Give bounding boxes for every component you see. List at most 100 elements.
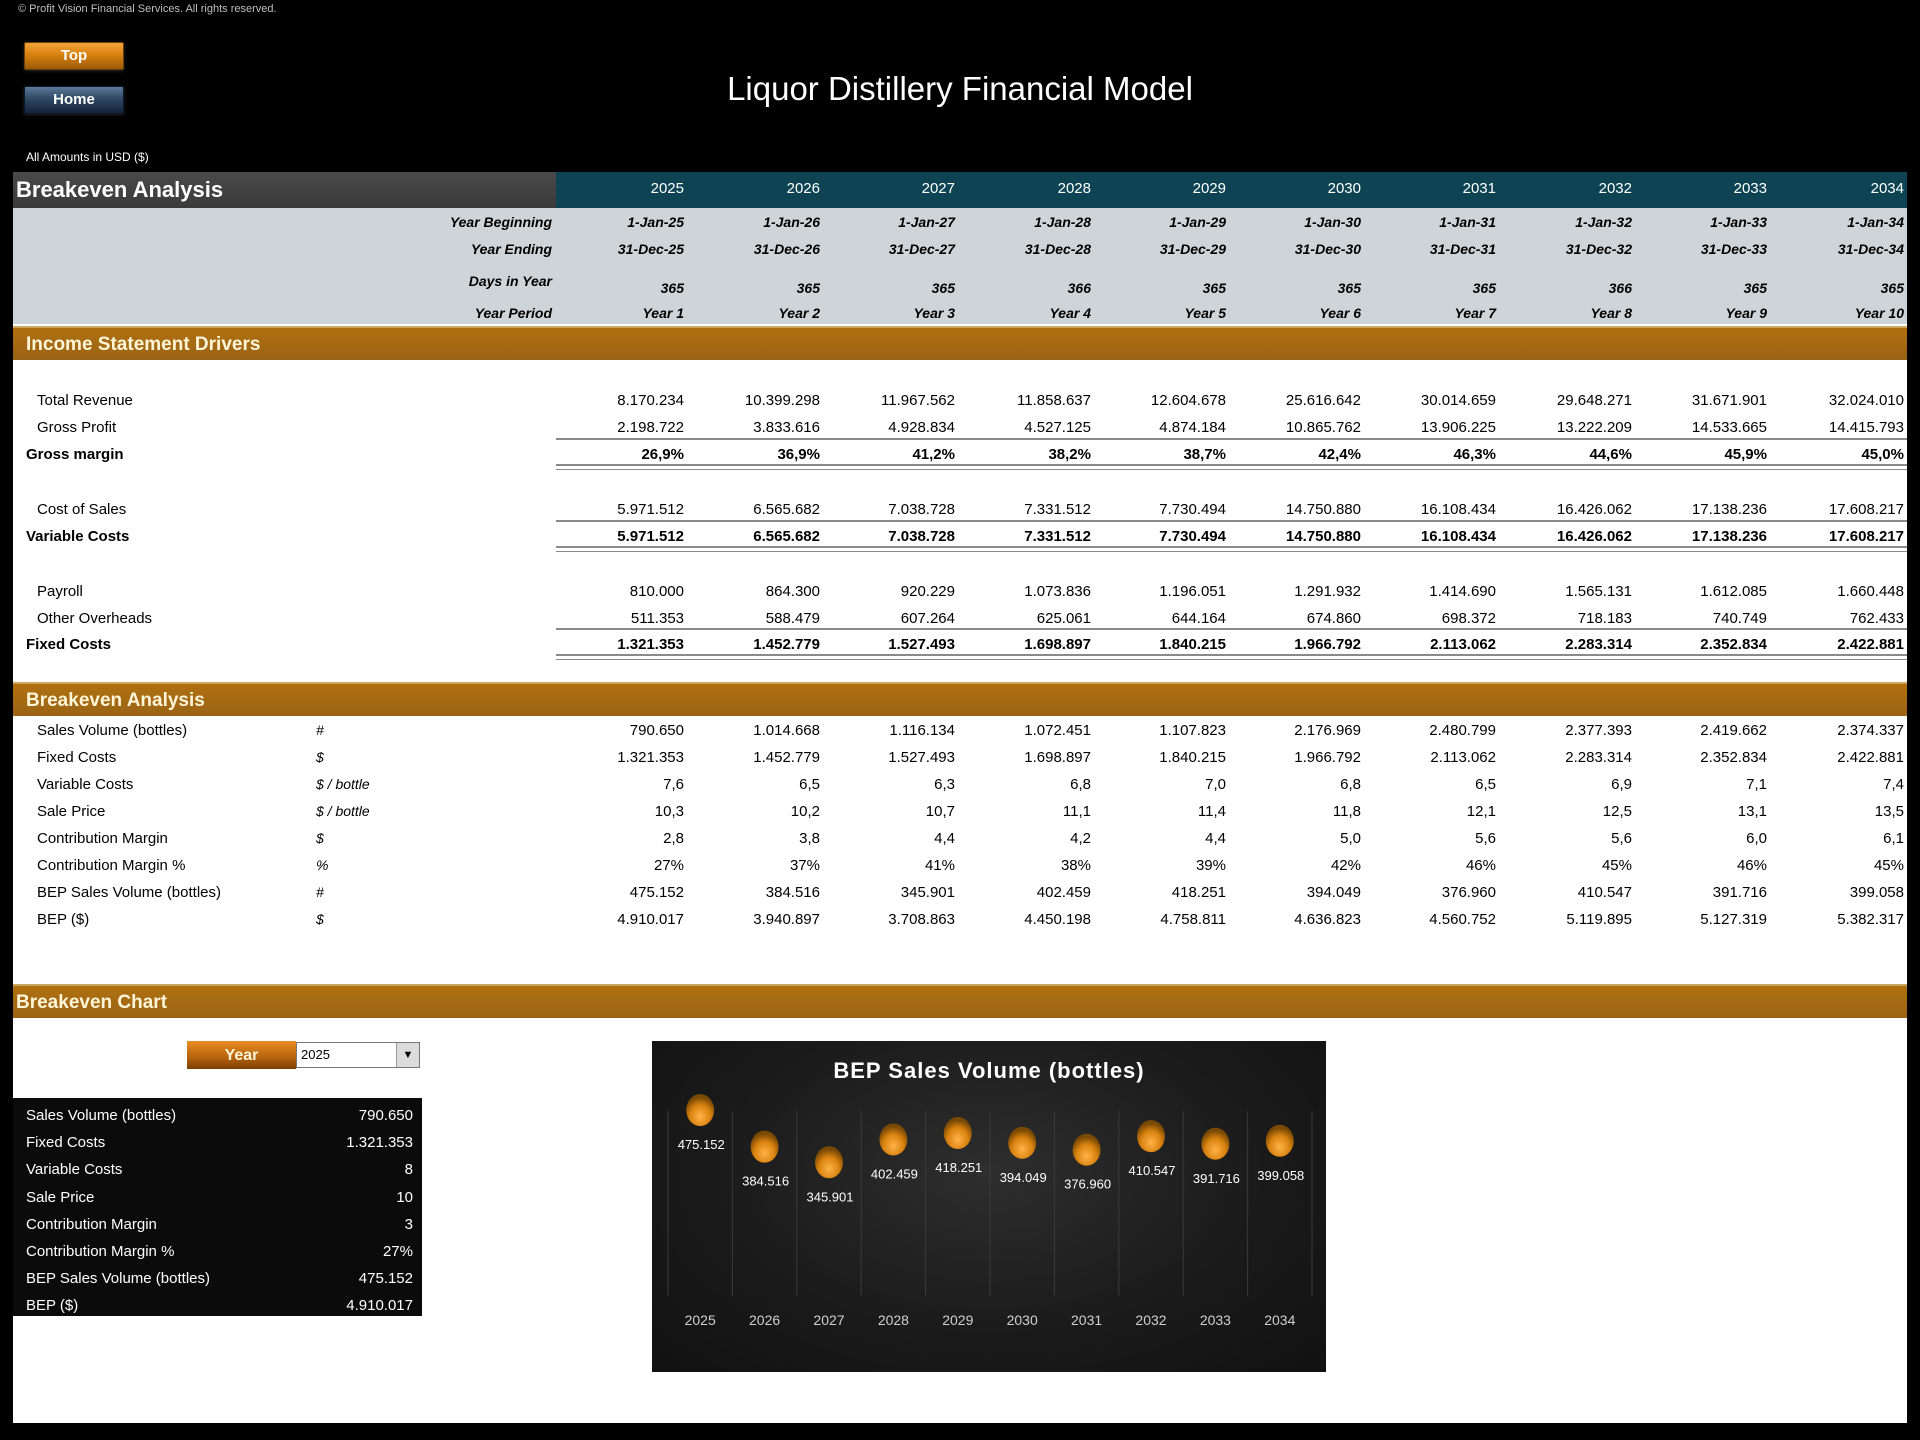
currency-note: All Amounts in USD ($) — [26, 150, 149, 164]
cell-value: 2.113.062 — [1430, 636, 1496, 653]
cell-value: 511.353 — [630, 610, 684, 627]
cell-value: 38% — [1060, 857, 1091, 874]
cell-value: 7,4 — [1883, 776, 1904, 793]
row-unit: # — [316, 722, 324, 738]
cell-value: 607.264 — [900, 610, 955, 627]
summary-value: 475.152 — [358, 1270, 413, 1288]
cell-value: 5,6 — [1611, 830, 1632, 847]
cell-value: 13,5 — [1874, 803, 1904, 820]
row-label: BEP ($) — [37, 911, 90, 928]
period-row-label: Year Period — [474, 305, 552, 321]
cell-value: 7.730.494 — [1159, 528, 1226, 545]
cell-value: 475.152 — [629, 884, 684, 901]
cell-value: 32.024.010 — [1828, 392, 1904, 409]
year-select[interactable]: 2025 ▼ — [296, 1042, 420, 1068]
section-income-statement-drivers: Income Statement Drivers — [13, 326, 1907, 360]
cell-value: 17.608.217 — [1828, 528, 1904, 545]
year-column-header: 2026 — [786, 180, 820, 197]
cell-value: 1.966.792 — [1294, 749, 1361, 766]
table-row: BEP ($) $4.910.017 3.940.897 3.708.863 4.450… — [13, 907, 1907, 933]
cell-value: 1.414.690 — [1429, 583, 1496, 600]
cell-value: 4.910.017 — [617, 911, 684, 928]
cell-value: 13,1 — [1737, 803, 1767, 820]
cell-value: 7,1 — [1746, 776, 1767, 793]
cell-value: 6,0 — [1746, 830, 1767, 847]
x-tick-label: 2031 — [1071, 1312, 1102, 1328]
x-tick-label: 2034 — [1264, 1312, 1295, 1328]
cell-value: 13.906.225 — [1420, 419, 1496, 436]
year-column-header: 2032 — [1598, 180, 1632, 197]
row-unit: $ — [316, 749, 324, 765]
period-value: 31-Dec-25 — [617, 241, 684, 257]
cell-value: 13.222.209 — [1556, 419, 1632, 436]
data-label: 399.058 — [1257, 1168, 1304, 1183]
data-point — [815, 1146, 843, 1179]
cell-value: 4.527.125 — [1024, 419, 1091, 436]
row-unit: # — [316, 884, 324, 900]
period-value: 31-Dec-33 — [1700, 241, 1767, 257]
cell-value: 2.374.337 — [1837, 722, 1904, 739]
period-value: 1-Jan-31 — [1439, 214, 1496, 230]
cell-value: 698.372 — [1441, 610, 1496, 627]
cell-value: 5.127.319 — [1700, 911, 1767, 928]
cell-value: 12,1 — [1466, 803, 1496, 820]
total-underline — [556, 520, 1907, 522]
x-tick-label: 2028 — [878, 1312, 909, 1328]
data-point — [686, 1094, 715, 1127]
cell-value: 36,9% — [777, 446, 820, 463]
cell-value: 644.164 — [1171, 610, 1226, 627]
cell-value: 394.049 — [1306, 884, 1361, 901]
summary-row: Sales Volume (bottles) 790.650 — [26, 1102, 413, 1129]
cell-value: 11,1 — [1062, 803, 1091, 820]
summary-label: Variable Costs — [26, 1161, 123, 1179]
top-button[interactable]: Top — [24, 42, 124, 70]
cell-value: 11.967.562 — [881, 392, 955, 409]
row-unit: % — [316, 857, 329, 873]
x-tick-label: 2029 — [942, 1312, 973, 1328]
period-value: Year 9 — [1725, 305, 1767, 321]
bep-sales-volume-chart: BEP Sales Volume (bottles) 475.152 2025 38… — [652, 1041, 1326, 1372]
summary-label: Fixed Costs — [26, 1134, 106, 1152]
cell-value: 2.422.881 — [1837, 749, 1904, 766]
row-unit: $ — [316, 830, 324, 846]
cell-value: 7.730.494 — [1159, 501, 1226, 518]
year-column-header: 2031 — [1462, 180, 1496, 197]
cell-value: 41% — [924, 857, 955, 874]
cell-value: 1.072.451 — [1024, 722, 1091, 739]
row-label: Sales Volume (bottles) — [37, 722, 188, 739]
copyright-notice: © Profit Vision Financial Services. All … — [18, 3, 277, 15]
period-value: 366 — [1608, 280, 1632, 296]
data-label: 394.049 — [1000, 1170, 1047, 1185]
cell-value: 1.840.215 — [1159, 749, 1226, 766]
period-value: 31-Dec-26 — [753, 241, 820, 257]
cell-value: 6.565.682 — [753, 528, 820, 545]
year-column-header: 2034 — [1870, 180, 1904, 197]
cell-value: 6.565.682 — [753, 501, 820, 518]
row-label: Variable Costs — [37, 776, 134, 793]
period-value: 1-Jan-32 — [1575, 214, 1632, 230]
cell-value: 2.419.662 — [1700, 722, 1767, 739]
row-label: Total Revenue — [37, 392, 133, 409]
period-value: 365 — [1472, 280, 1496, 296]
summary-row: Fixed Costs 1.321.353 — [26, 1129, 413, 1156]
year-column-header: 2030 — [1327, 180, 1361, 197]
x-tick-label: 2027 — [813, 1312, 844, 1328]
year-button[interactable]: Year — [187, 1041, 296, 1069]
cell-value: 1.840.215 — [1159, 636, 1226, 653]
cell-value: 2.113.062 — [1430, 749, 1496, 766]
cell-value: 7.331.512 — [1024, 501, 1091, 518]
cell-value: 2.422.881 — [1837, 636, 1904, 653]
total-underline — [556, 546, 1907, 552]
period-value: 365 — [931, 280, 955, 296]
period-info-band: Year Beginning 1-Jan-25 1-Jan-26 1-Jan-27 1-… — [13, 208, 1907, 324]
x-tick-label: 2026 — [749, 1312, 780, 1328]
cell-value: 42% — [1330, 857, 1361, 874]
period-value: Year 2 — [778, 305, 820, 321]
cell-value: 1.698.897 — [1024, 636, 1091, 653]
cell-value: 45,9% — [1724, 446, 1767, 463]
cell-value: 3.833.616 — [753, 419, 820, 436]
chevron-down-icon[interactable]: ▼ — [396, 1043, 419, 1067]
period-value: 31-Dec-28 — [1024, 241, 1091, 257]
cell-value: 718.183 — [1577, 610, 1632, 627]
cell-value: 10,3 — [654, 803, 684, 820]
